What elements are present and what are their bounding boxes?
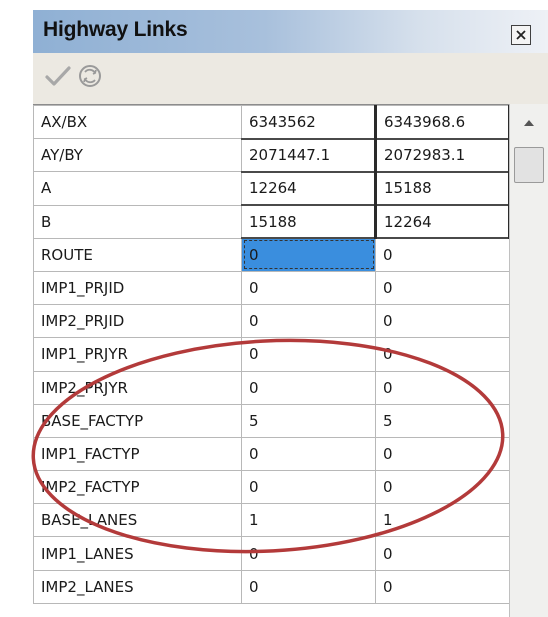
field-name-cell: IMP2_LANES: [33, 569, 242, 604]
table-row: BASE_LANES 1 1: [33, 503, 509, 538]
refresh-icon: [79, 65, 101, 87]
field-name-cell: IMP1_PRJID: [33, 270, 242, 306]
field-name-cell: IMP2_FACTYP: [33, 470, 242, 505]
table-row: BASE_FACTYP 5 5: [33, 403, 509, 438]
field-value-cell-a: 12264: [241, 171, 377, 207]
table-row: ROUTE 0 0: [33, 237, 509, 272]
attribute-table: AX/BX 6343562 6343968.6 AY/BY 2071447.1 20729…: [33, 105, 509, 604]
field-name-cell: B: [33, 204, 242, 239]
refresh-button[interactable]: [77, 63, 103, 89]
field-value-cell-b: 2072983.1: [375, 138, 509, 173]
field-name-cell: IMP1_PRJYR: [33, 337, 242, 372]
close-icon: [516, 30, 526, 40]
table-row: IMP2_PRJID 0 0: [33, 304, 509, 339]
apply-button[interactable]: [45, 63, 71, 89]
table-row: AX/BX 6343562 6343968.6: [33, 105, 509, 140]
toolbar: [33, 53, 548, 104]
table-row: A 12264 15188: [33, 171, 509, 207]
field-value-cell-a[interactable]: 0: [241, 237, 376, 272]
field-value-cell-b[interactable]: 1: [375, 503, 509, 538]
field-name-cell: IMP2_PRJID: [33, 304, 242, 339]
field-value-cell-a[interactable]: 0: [241, 470, 376, 505]
scroll-up-button[interactable]: [520, 114, 538, 132]
arrow-up-icon: [524, 120, 534, 126]
field-name-cell: IMP1_LANES: [33, 536, 242, 571]
field-value-cell-b[interactable]: 0: [375, 270, 509, 306]
field-value-cell-a: 2071447.1: [241, 138, 377, 173]
field-value-cell-a[interactable]: 1: [241, 503, 376, 538]
close-button[interactable]: [511, 25, 531, 45]
field-value-cell-a[interactable]: 0: [241, 436, 376, 472]
field-value-cell-a[interactable]: 0: [241, 569, 376, 604]
field-name-cell: ROUTE: [33, 237, 242, 272]
field-value-cell-a[interactable]: 0: [241, 370, 376, 405]
table-row: IMP2_LANES 0 0: [33, 569, 509, 604]
title-bar: Highway Links: [33, 10, 548, 53]
field-value-cell-a[interactable]: 0: [241, 270, 376, 306]
field-value-cell-a[interactable]: 0: [241, 337, 376, 372]
field-name-cell: AX/BX: [33, 105, 242, 140]
table-row: IMP2_FACTYP 0 0: [33, 470, 509, 505]
field-value-cell-a[interactable]: 0: [241, 304, 376, 339]
table-row: IMP1_FACTYP 0 0: [33, 436, 509, 472]
table-row: IMP1_LANES 0 0: [33, 536, 509, 571]
scroll-thumb[interactable]: [514, 147, 544, 183]
table-row: AY/BY 2071447.1 2072983.1: [33, 138, 509, 173]
field-value-cell-b[interactable]: 0: [375, 436, 509, 472]
field-value-cell-b[interactable]: 0: [375, 237, 509, 272]
table-row: B 15188 12264: [33, 204, 509, 240]
field-value-cell-b[interactable]: 0: [375, 536, 509, 571]
field-value-cell-a: 15188: [241, 204, 377, 240]
field-value-cell-b[interactable]: 5: [375, 403, 509, 438]
field-name-cell: AY/BY: [33, 138, 242, 173]
table-row: IMP2_PRJYR 0 0: [33, 370, 509, 405]
table-row: IMP1_PRJYR 0 0: [33, 337, 509, 372]
attribute-grid: AX/BX 6343562 6343968.6 AY/BY 2071447.1 20729…: [33, 104, 509, 617]
vertical-scrollbar[interactable]: [509, 104, 548, 617]
field-value-cell-a[interactable]: 0: [241, 536, 376, 571]
field-name-cell: IMP1_FACTYP: [33, 436, 242, 472]
highway-links-window: Highway Links AX/BX 6343562 6343968.6 AY/BY…: [33, 10, 548, 617]
field-name-cell: BASE_FACTYP: [33, 403, 242, 438]
field-name-cell: IMP2_PRJYR: [33, 370, 242, 405]
field-value-cell-b[interactable]: 0: [375, 470, 509, 505]
window-title: Highway Links: [43, 18, 188, 41]
field-value-cell-b[interactable]: 0: [375, 337, 509, 372]
field-value-cell-b[interactable]: 0: [375, 569, 509, 604]
field-value-cell-b[interactable]: 0: [375, 370, 509, 405]
table-row: IMP1_PRJID 0 0: [33, 270, 509, 306]
field-value-cell-b: 6343968.6: [375, 105, 509, 140]
field-value-cell-a[interactable]: 5: [241, 403, 376, 438]
field-value-cell-a: 6343562: [241, 105, 377, 140]
field-name-cell: BASE_LANES: [33, 503, 242, 538]
checkmark-icon: [45, 66, 71, 86]
field-name-cell: A: [33, 171, 242, 206]
field-value-cell-b: 15188: [375, 171, 509, 207]
field-value-cell-b: 12264: [375, 204, 509, 240]
field-value-cell-b[interactable]: 0: [375, 304, 509, 339]
